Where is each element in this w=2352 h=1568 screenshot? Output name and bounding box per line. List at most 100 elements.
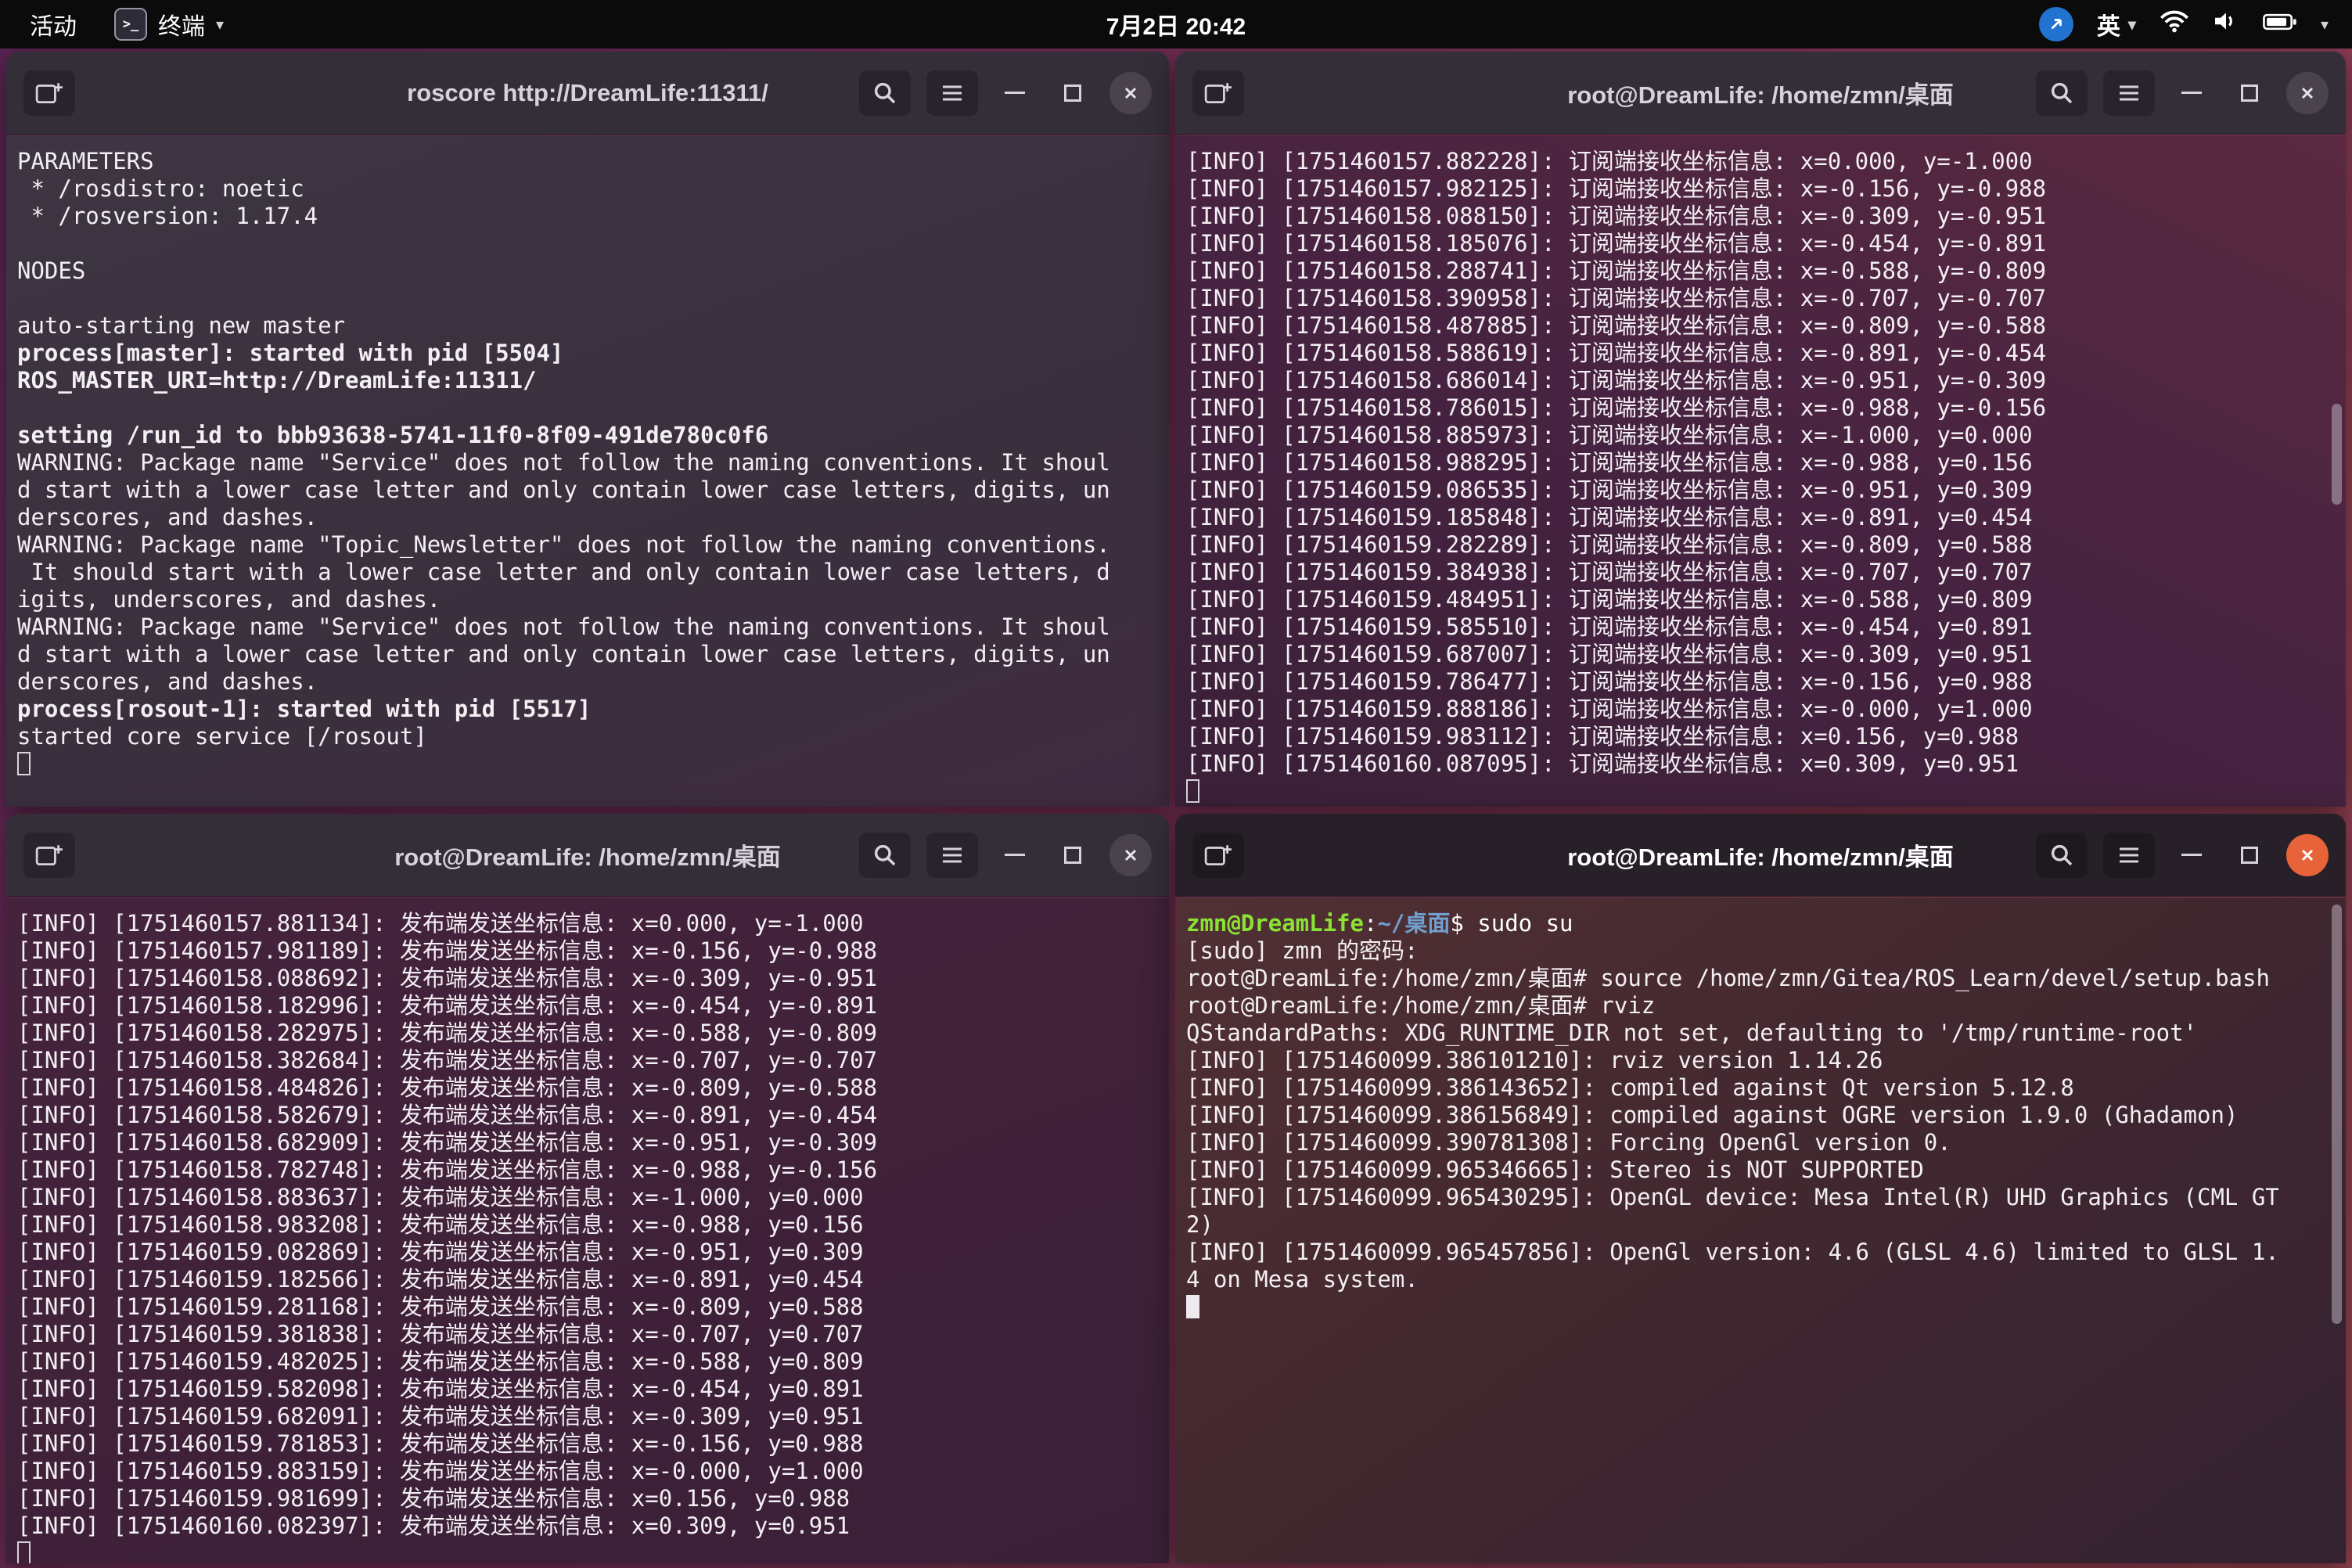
terminal-output[interactable]: [INFO] [1751460157.881134]: 发布端发送坐标信息: x… <box>6 897 1169 1563</box>
minimize-button[interactable] <box>2170 72 2213 114</box>
close-button[interactable] <box>1109 834 1152 876</box>
scrollbar[interactable] <box>2327 897 2346 1563</box>
new-tab-icon <box>35 843 63 868</box>
terminal-line: [INFO] [1751460158.487885]: 订阅端接收坐标信息: x… <box>1186 312 2335 340</box>
top-bar-right: 英 ▾ ▾ <box>2039 7 2352 41</box>
terminal-line: process[master]: started with pid [5504] <box>17 340 1158 367</box>
terminal-line: [INFO] [1751460159.381838]: 发布端发送坐标信息: x… <box>17 1321 1158 1348</box>
app-menu-label: 终端 <box>158 7 205 41</box>
close-button[interactable] <box>2286 72 2329 114</box>
input-method-indicator[interactable]: 英 ▾ <box>2097 7 2136 41</box>
terminal-line: root@DreamLife:/home/zmn/桌面# source /hom… <box>1186 965 2335 992</box>
window-titlebar[interactable]: roscore http://DreamLife:11311/ <box>6 52 1169 135</box>
new-tab-button[interactable] <box>1192 833 1244 878</box>
activities-button[interactable]: 活动 <box>23 5 83 43</box>
chevron-down-icon[interactable]: ▾ <box>2321 15 2329 34</box>
close-icon <box>2298 84 2317 102</box>
maximize-button[interactable] <box>1052 834 1094 876</box>
search-icon <box>872 843 897 868</box>
terminal-line: [INFO] [1751460158.288741]: 订阅端接收坐标信息: x… <box>1186 257 2335 285</box>
terminal-line: WARNING: Package name "Topic_Newsletter"… <box>17 531 1158 559</box>
maximize-button[interactable] <box>2228 72 2271 114</box>
window-roscore: roscore http://DreamLife:11311/ <box>6 52 1169 807</box>
terminal-line: [INFO] [1751460158.484826]: 发布端发送坐标信息: x… <box>17 1074 1158 1102</box>
battery-icon[interactable] <box>2263 11 2297 38</box>
terminal-line: ROS_MASTER_URI=http://DreamLife:11311/ <box>17 367 1158 394</box>
search-button[interactable] <box>2036 833 2088 878</box>
terminal-line <box>17 394 1158 422</box>
terminal-line: [INFO] [1751460159.781853]: 发布端发送坐标信息: x… <box>17 1430 1158 1458</box>
close-icon <box>1121 84 1140 102</box>
maximize-button[interactable] <box>1052 72 1094 114</box>
minimize-button[interactable] <box>994 834 1036 876</box>
scrollbar[interactable] <box>2327 135 2346 807</box>
menu-button[interactable] <box>926 833 978 878</box>
terminal-line: [INFO] [1751460099.965346665]: Stereo is… <box>1186 1156 2335 1184</box>
new-tab-button[interactable] <box>23 833 75 878</box>
menu-button[interactable] <box>926 70 978 116</box>
search-button[interactable] <box>2036 70 2088 116</box>
minimize-button[interactable] <box>994 72 1036 114</box>
close-icon <box>2298 846 2317 865</box>
terminal-line: root@DreamLife:/home/zmn/桌面# rviz <box>1186 992 2335 1020</box>
terminal-line: WARNING: Package name "Service" does not… <box>17 449 1158 477</box>
maximize-button[interactable] <box>2228 834 2271 876</box>
volume-icon[interactable] <box>2213 10 2239 38</box>
terminal-line: [INFO] [1751460159.484951]: 订阅端接收坐标信息: x… <box>1186 586 2335 613</box>
terminal-cursor <box>17 1541 31 1563</box>
search-button[interactable] <box>859 833 911 878</box>
window-title: roscore http://DreamLife:11311/ <box>407 79 768 107</box>
terminal-line: [INFO] [1751460158.390958]: 订阅端接收坐标信息: x… <box>1186 285 2335 312</box>
terminal-line: [INFO] [1751460158.988295]: 订阅端接收坐标信息: x… <box>1186 449 2335 477</box>
terminal-output[interactable]: PARAMETERS * /rosdistro: noetic * /rosve… <box>6 135 1169 807</box>
window-rviz-shell: root@DreamLife: /home/zmn/桌面 zm <box>1175 814 2346 1563</box>
close-button[interactable] <box>2286 834 2329 876</box>
terminal-line: [INFO] [1751460157.982125]: 订阅端接收坐标信息: x… <box>1186 175 2335 203</box>
terminal-line: [INFO] [1751460157.981189]: 发布端发送坐标信息: x… <box>17 937 1158 965</box>
close-icon <box>1121 846 1140 865</box>
terminal-line: [INFO] [1751460099.386143652]: compiled … <box>1186 1074 2335 1102</box>
search-button[interactable] <box>859 70 911 116</box>
close-button[interactable] <box>1109 72 1152 114</box>
terminal-line: [INFO] [1751460158.382684]: 发布端发送坐标信息: x… <box>17 1047 1158 1074</box>
terminal-line: [INFO] [1751460157.881134]: 发布端发送坐标信息: x… <box>17 910 1158 937</box>
new-tab-button[interactable] <box>23 70 75 116</box>
wifi-icon[interactable] <box>2160 9 2189 39</box>
terminal-line: [INFO] [1751460159.786477]: 订阅端接收坐标信息: x… <box>1186 668 2335 696</box>
app-menu[interactable]: >_ 终端 ▾ <box>114 7 224 41</box>
terminal-line: [INFO] [1751460159.282289]: 订阅端接收坐标信息: x… <box>1186 531 2335 559</box>
hamburger-icon <box>940 846 964 865</box>
terminal-line: [INFO] [1751460158.883637]: 发布端发送坐标信息: x… <box>17 1184 1158 1211</box>
search-icon <box>872 81 897 106</box>
tray-app-icon[interactable] <box>2039 7 2073 41</box>
terminal-line: 4 on Mesa system. <box>1186 1266 2335 1293</box>
terminal-line: 2) <box>1186 1211 2335 1239</box>
terminal-output[interactable]: [INFO] [1751460157.882228]: 订阅端接收坐标信息: x… <box>1175 135 2346 807</box>
terminal-line: [INFO] [1751460159.082869]: 发布端发送坐标信息: x… <box>17 1239 1158 1266</box>
terminal-cursor <box>17 752 31 775</box>
window-subscriber: root@DreamLife: /home/zmn/桌面 [I <box>1175 52 2346 807</box>
terminal-line: [INFO] [1751460158.885973]: 订阅端接收坐标信息: x… <box>1186 422 2335 449</box>
window-title: root@DreamLife: /home/zmn/桌面 <box>1567 837 1954 872</box>
new-tab-button[interactable] <box>1192 70 1244 116</box>
chevron-down-icon: ▾ <box>2128 15 2136 34</box>
clock[interactable]: 7月2日 20:42 <box>1106 7 1246 41</box>
minimize-button[interactable] <box>2170 834 2213 876</box>
terminal-line: [INFO] [1751460158.786015]: 订阅端接收坐标信息: x… <box>1186 394 2335 422</box>
terminal-line: derscores, and dashes. <box>17 504 1158 531</box>
window-titlebar[interactable]: root@DreamLife: /home/zmn/桌面 <box>1175 814 2346 897</box>
window-titlebar[interactable]: root@DreamLife: /home/zmn/桌面 <box>6 814 1169 897</box>
input-method-label: 英 <box>2097 7 2120 41</box>
window-titlebar[interactable]: root@DreamLife: /home/zmn/桌面 <box>1175 52 2346 135</box>
menu-button[interactable] <box>2103 833 2155 878</box>
menu-button[interactable] <box>2103 70 2155 116</box>
terminal-line: [INFO] [1751460158.782748]: 发布端发送坐标信息: x… <box>17 1156 1158 1184</box>
hamburger-icon <box>2117 84 2141 102</box>
scrollbar-thumb[interactable] <box>2332 404 2342 505</box>
search-icon <box>2049 843 2074 868</box>
terminal-line: PARAMETERS <box>17 148 1158 175</box>
scrollbar-thumb[interactable] <box>2332 904 2342 1324</box>
arrow-up-right-icon <box>2046 14 2066 34</box>
titlebar-actions <box>859 833 1152 878</box>
terminal-output[interactable]: zmn@DreamLife:~/桌面$ sudo su[sudo] zmn 的密… <box>1175 897 2346 1563</box>
